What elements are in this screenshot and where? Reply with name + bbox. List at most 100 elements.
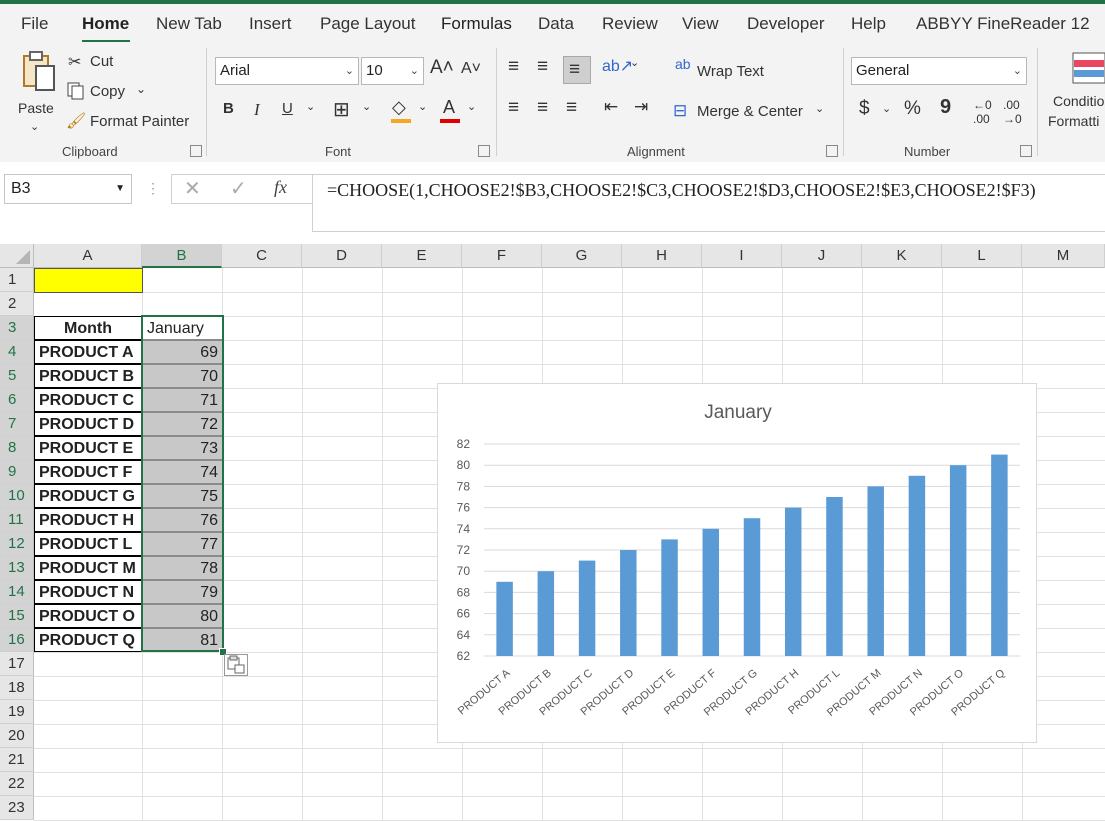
formula-input[interactable]: =CHOOSE(1,CHOOSE2!$B3,CHOOSE2!$C3,CHOOSE…	[312, 174, 1105, 232]
chevron-down-icon[interactable]: ⌄	[362, 100, 371, 113]
table-cell-product[interactable]: PRODUCT G	[34, 484, 142, 508]
select-all-corner[interactable]	[0, 244, 34, 268]
row-header-11[interactable]: 11	[0, 508, 34, 532]
tab-developer[interactable]: Developer	[747, 14, 825, 34]
column-header-b[interactable]: B	[142, 244, 222, 268]
decrease-decimal-icon[interactable]: .00 →0	[1003, 98, 1022, 126]
column-header-c[interactable]: C	[222, 244, 302, 268]
align-bottom-button[interactable]: ≡	[563, 56, 591, 84]
currency-button[interactable]: $	[859, 98, 870, 120]
comma-button[interactable]: 9	[940, 96, 951, 119]
align-right-icon[interactable]: ≡	[566, 97, 577, 119]
table-cell-value[interactable]: 72	[142, 412, 223, 436]
row-header-22[interactable]: 22	[0, 772, 34, 796]
table-cell-product[interactable]: PRODUCT Q	[34, 628, 142, 652]
decrease-font-icon[interactable]: A˅	[461, 60, 481, 78]
cancel-icon[interactable]: ✕	[184, 176, 201, 201]
table-cell-product[interactable]: PRODUCT F	[34, 460, 142, 484]
row-header-16[interactable]: 16	[0, 628, 34, 652]
clipboard-launcher-icon[interactable]	[190, 145, 202, 157]
row-header-17[interactable]: 17	[0, 652, 34, 676]
row-header-21[interactable]: 21	[0, 748, 34, 772]
number-format-select[interactable]: General ⌄	[851, 57, 1027, 85]
chevron-down-icon[interactable]: ⌄	[815, 102, 824, 115]
chevron-down-icon[interactable]: ⌄	[418, 100, 427, 113]
merge-center-button[interactable]: Merge & Center	[697, 103, 803, 120]
tab-insert[interactable]: Insert	[249, 14, 292, 34]
row-header-6[interactable]: 6	[0, 388, 34, 412]
row-header-23[interactable]: 23	[0, 796, 34, 820]
underline-button[interactable]: U	[282, 100, 293, 117]
font-name-select[interactable]: Arial ⌄	[215, 57, 359, 85]
row-header-5[interactable]: 5	[0, 364, 34, 388]
enter-icon[interactable]: ✓	[230, 176, 247, 201]
row-header-18[interactable]: 18	[0, 676, 34, 700]
percent-button[interactable]: %	[904, 98, 921, 120]
column-header-l[interactable]: L	[942, 244, 1022, 268]
row-header-14[interactable]: 14	[0, 580, 34, 604]
column-header-f[interactable]: F	[462, 244, 542, 268]
orientation-icon[interactable]: ab↗	[602, 56, 633, 76]
table-header-month[interactable]: Month	[34, 316, 142, 340]
row-header-2[interactable]: 2	[0, 292, 34, 316]
column-header-k[interactable]: K	[862, 244, 942, 268]
font-launcher-icon[interactable]	[478, 145, 490, 157]
table-cell-value[interactable]: 80	[142, 604, 223, 628]
column-header-d[interactable]: D	[302, 244, 382, 268]
table-cell-value[interactable]: 75	[142, 484, 223, 508]
row-header-9[interactable]: 9	[0, 460, 34, 484]
table-cell-product[interactable]: PRODUCT L	[34, 532, 142, 556]
fill-color-icon[interactable]: ◇	[392, 97, 406, 118]
row-header-10[interactable]: 10	[0, 484, 34, 508]
table-cell-product[interactable]: PRODUCT H	[34, 508, 142, 532]
paste-options-button[interactable]	[224, 654, 248, 676]
row-header-8[interactable]: 8	[0, 436, 34, 460]
tab-view[interactable]: View	[682, 14, 719, 34]
paste-button[interactable]: Paste ⌄	[14, 50, 58, 133]
format-painter-button[interactable]: Format Painter	[90, 113, 189, 130]
table-cell-value[interactable]: 71	[142, 388, 223, 412]
table-cell-product[interactable]: PRODUCT D	[34, 412, 142, 436]
font-color-icon[interactable]: A	[443, 97, 455, 118]
table-cell-product[interactable]: PRODUCT E	[34, 436, 142, 460]
number-launcher-icon[interactable]	[1020, 145, 1032, 157]
font-size-select[interactable]: 10 ⌄	[361, 57, 424, 85]
column-header-j[interactable]: J	[782, 244, 862, 268]
cut-button[interactable]: Cut	[90, 53, 113, 70]
tab-formulas[interactable]: Formulas	[441, 14, 512, 34]
align-top-icon[interactable]: ≡	[508, 56, 519, 78]
row-header-15[interactable]: 15	[0, 604, 34, 628]
table-cell-value[interactable]: 69	[142, 340, 223, 364]
row-header-20[interactable]: 20	[0, 724, 34, 748]
table-cell-product[interactable]: PRODUCT M	[34, 556, 142, 580]
column-header-m[interactable]: M	[1022, 244, 1105, 268]
cell-a1-highlight[interactable]	[34, 268, 143, 293]
increase-decimal-icon[interactable]: ←0.00	[973, 98, 992, 126]
tab-page-layout[interactable]: Page Layout	[320, 14, 415, 34]
table-cell-product[interactable]: PRODUCT B	[34, 364, 142, 388]
name-box[interactable]: B3 ▼	[4, 174, 132, 204]
table-header-january[interactable]: January	[142, 316, 223, 340]
chevron-down-icon[interactable]: ⌄	[882, 102, 891, 115]
decrease-indent-icon[interactable]: ⇤	[604, 97, 618, 117]
chevron-down-icon[interactable]: ⌄	[306, 100, 315, 113]
table-cell-value[interactable]: 81	[142, 628, 223, 652]
tab-review[interactable]: Review	[602, 14, 658, 34]
tab-home[interactable]: Home	[82, 14, 129, 34]
copy-dropdown-icon[interactable]: ⌄	[136, 82, 146, 96]
chart-january[interactable]: January 62 64 66 68 70 72 74 76 78 80 82 PRODUCT A PR…	[437, 383, 1037, 743]
conditional-formatting-button[interactable]: Conditio Formatti	[1044, 50, 1105, 130]
align-center-icon[interactable]: ≡	[537, 97, 548, 119]
row-header-12[interactable]: 12	[0, 532, 34, 556]
table-cell-value[interactable]: 70	[142, 364, 223, 388]
row-header-1[interactable]: 1	[0, 268, 34, 292]
tab-file[interactable]: File	[21, 14, 48, 34]
bold-button[interactable]: B	[223, 100, 234, 117]
table-cell-product[interactable]: PRODUCT A	[34, 340, 142, 364]
chevron-down-icon[interactable]: ⌄	[630, 56, 639, 69]
align-middle-icon[interactable]: ≡	[537, 56, 548, 78]
column-header-a[interactable]: A	[34, 244, 142, 268]
italic-button[interactable]: I	[254, 100, 260, 120]
row-header-4[interactable]: 4	[0, 340, 34, 364]
column-header-i[interactable]: I	[702, 244, 782, 268]
